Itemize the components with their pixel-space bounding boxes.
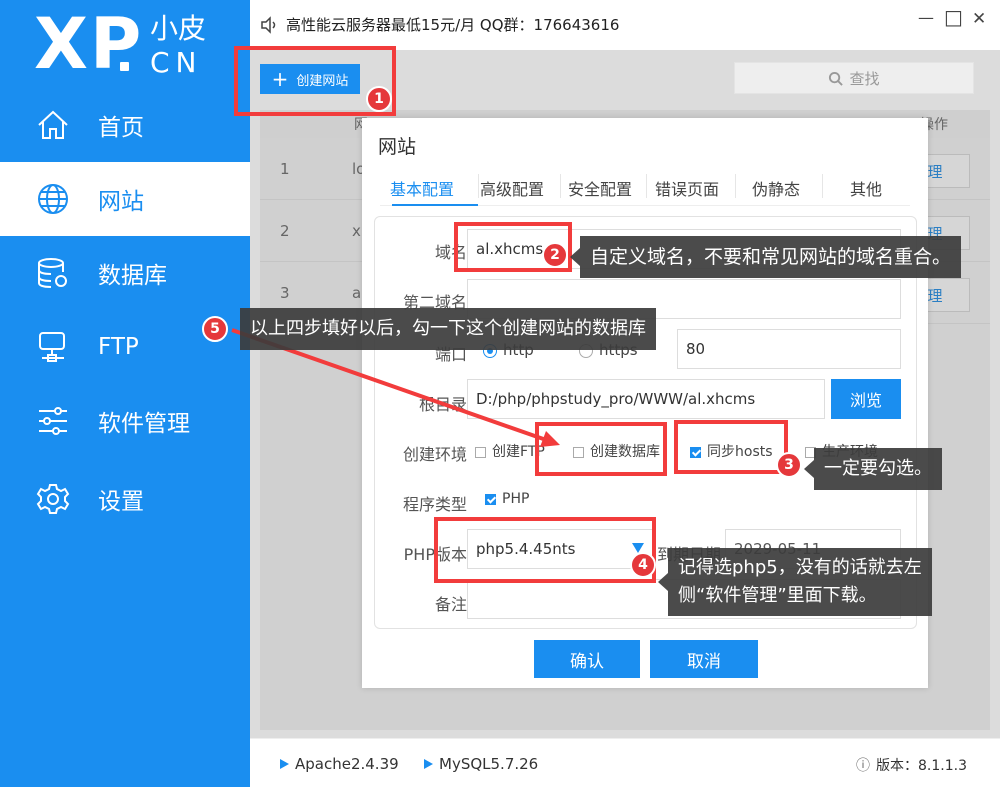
sidebar-item-website[interactable]: 网站 (0, 162, 250, 236)
tab-separator (735, 174, 736, 198)
callout-line: 侧“软件管理”里面下载。 (678, 585, 877, 606)
row-name: x (352, 222, 361, 240)
sidebar-item-label: 首页 (98, 115, 144, 141)
speaker-icon (261, 16, 276, 34)
search-label: 查找 (849, 69, 880, 88)
sidebar-item-home[interactable]: 首页 (0, 88, 250, 162)
annotation-badge: 4 (630, 552, 656, 578)
minimize-button[interactable]: — (918, 8, 938, 28)
sidebar: XP 小皮 CN 首页 网站 数据库 FTP 软件管理 设置 (0, 0, 250, 787)
annotation-box-create-db (535, 422, 667, 476)
maximize-button[interactable]: □ (944, 5, 964, 29)
tab-rewrite[interactable]: 伪静态 (752, 176, 800, 200)
annotation-badge: 1 (366, 86, 392, 112)
port-input[interactable]: 80 (677, 329, 901, 369)
sidebar-item-label: 数据库 (98, 263, 167, 289)
app-window: XP 小皮 CN 首页 网站 数据库 FTP 软件管理 设置 高性能云服务器最低… (0, 0, 1000, 787)
globe-icon (38, 184, 68, 214)
sidebar-item-label: 软件管理 (98, 411, 190, 437)
checkbox-checked-icon (485, 493, 496, 505)
apache-label: Apache2.4.39 (295, 755, 399, 773)
title-notice: 高性能云服务器最低15元/月 QQ群：176643616 (286, 16, 620, 34)
logo-main: XP (34, 3, 144, 85)
row-index: 1 (280, 160, 290, 178)
sidebar-item-database[interactable]: 数据库 (0, 236, 250, 310)
checkbox-icon (475, 446, 486, 458)
logo: XP 小皮 CN (0, 0, 250, 88)
tab-advanced[interactable]: 高级配置 (480, 176, 544, 200)
cancel-button[interactable]: 取消 (650, 640, 758, 678)
sliders-icon (39, 407, 67, 435)
logo-dot (120, 62, 129, 71)
annotation-badge: 5 (202, 316, 228, 342)
tab-separator (646, 174, 647, 198)
annotation-box-hosts (674, 420, 788, 474)
annotation-callout-hosts: 一定要勾选。 (814, 448, 942, 490)
database-icon (38, 258, 67, 288)
callout-line: 记得选php5，没有的话就去左 (678, 557, 922, 578)
row-index: 2 (280, 222, 290, 240)
close-button[interactable]: ✕ (972, 9, 992, 29)
sidebar-item-software[interactable]: 软件管理 (0, 384, 250, 458)
logo-sub-en: CN (150, 46, 203, 79)
sidebar-item-settings[interactable]: 设置 (0, 462, 250, 536)
env-label: 创建环境 (402, 445, 467, 464)
annotation-badge: 3 (776, 452, 802, 478)
tab-separator (822, 174, 823, 198)
confirm-button[interactable]: 确认 (534, 640, 640, 678)
mysql-label: MySQL5.7.26 (439, 755, 539, 773)
sidebar-item-label: 网站 (98, 189, 144, 215)
play-icon (424, 759, 433, 769)
mysql-status[interactable]: MySQL5.7.26 (424, 755, 538, 773)
tab-other[interactable]: 其他 (850, 176, 882, 200)
row-name: a (352, 284, 362, 302)
server-icon (39, 332, 65, 362)
annotation-callout-php: 记得选php5，没有的话就去左 侧“软件管理”里面下载。 (668, 548, 932, 616)
dialog-tabs: 基本配置 高级配置 安全配置 错误页面 伪静态 其他 (380, 170, 910, 206)
version-label: 版本：8.1.1.3 (876, 758, 967, 774)
sidebar-item-label: FTP (98, 334, 139, 360)
tab-separator (560, 174, 561, 198)
tab-separator (478, 174, 479, 198)
active-tab-indicator (392, 204, 478, 206)
annotation-badge: 2 (542, 242, 568, 268)
sidebar-item-label: 设置 (98, 489, 144, 515)
logo-sub-cn: 小皮 (150, 12, 207, 45)
annotation-box-php (434, 517, 656, 583)
play-icon (280, 759, 289, 769)
home-icon (38, 110, 68, 139)
annotation-callout-db: 以上四步填好以后，勾一下这个创建网站的数据库 (240, 308, 656, 350)
note-label: 备注 (434, 595, 467, 614)
tab-basic[interactable]: 基本配置 (390, 176, 454, 200)
search-icon (829, 71, 844, 86)
php-label: PHP (502, 491, 530, 507)
dialog-title: 网站 (378, 136, 417, 158)
apache-status[interactable]: Apache2.4.39 (280, 755, 399, 773)
version-info: ⓘ 版本：8.1.1.3 (856, 755, 967, 775)
php-checkbox[interactable]: PHP (485, 491, 529, 507)
info-icon: ⓘ (856, 758, 870, 774)
row-index: 3 (280, 284, 290, 302)
tab-error-pages[interactable]: 错误页面 (655, 176, 719, 200)
status-bar: Apache2.4.39 MySQL5.7.26 ⓘ 版本：8.1.1.3 (250, 738, 1000, 787)
annotation-callout-domain: 自定义域名，不要和常见网站的域名重合。 (580, 236, 962, 278)
browse-button[interactable]: 浏览 (831, 379, 901, 419)
root-dir-label: 根目录 (418, 395, 467, 414)
gear-icon (36, 484, 70, 514)
search-button[interactable]: 查找 (734, 62, 974, 94)
title-bar: 高性能云服务器最低15元/月 QQ群：176643616 — □ ✕ (250, 0, 1000, 50)
tab-security[interactable]: 安全配置 (568, 176, 632, 200)
program-type-label: 程序类型 (402, 495, 467, 514)
root-dir-input[interactable]: D:/php/phpstudy_pro/WWW/al.xhcms (467, 379, 825, 419)
